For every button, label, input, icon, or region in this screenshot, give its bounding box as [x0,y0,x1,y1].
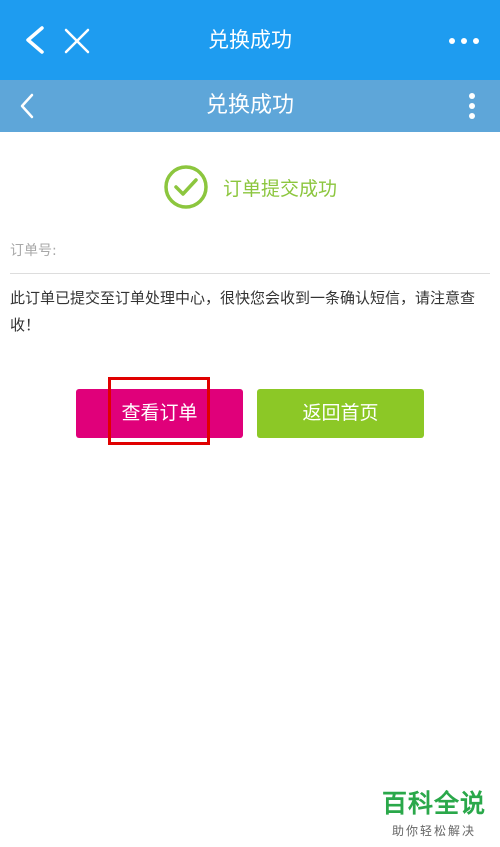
highlight-box [108,377,210,445]
back-home-button[interactable]: 返回首页 [257,389,424,438]
watermark: 百科全说 助你轻松解决 [382,784,486,839]
order-number-label: 订单号: [10,243,57,259]
watermark-title: 百科全说 [381,789,486,818]
sub-page-title: 兑换成功 [205,93,294,118]
success-banner: 订单提交成功 [0,163,500,211]
top-nav-bar: 兑换成功 [0,0,500,80]
more-icon[interactable] [448,36,480,46]
notice-text: 此订单已提交至订单处理中心，很快您会收到一条确认短信，请注意查收！ [10,289,476,334]
success-message: 订单提交成功 [222,177,337,200]
watermark-subtitle: 助你轻松解决 [391,824,476,838]
menu-icon[interactable] [468,92,476,120]
check-icon [164,165,208,209]
page-title: 兑换成功 [208,28,292,52]
sub-nav-bar: 兑换成功 [0,80,500,132]
divider [10,273,490,274]
